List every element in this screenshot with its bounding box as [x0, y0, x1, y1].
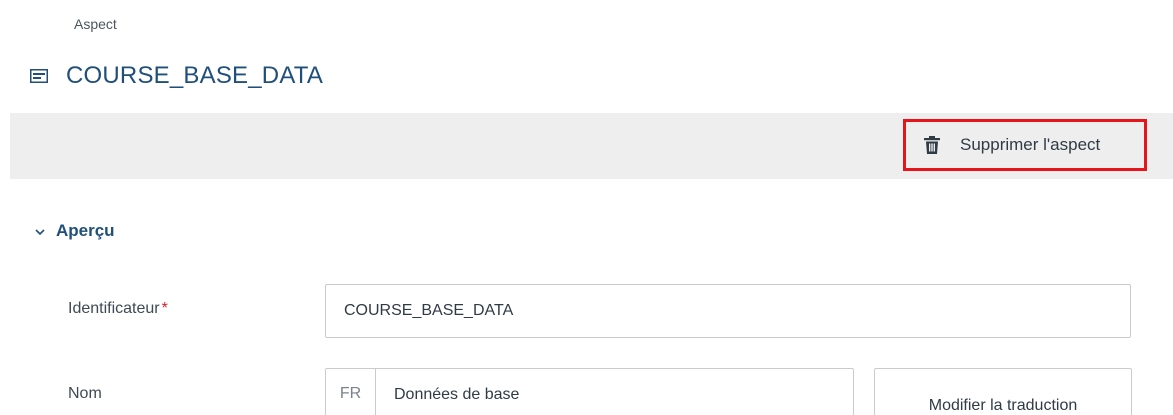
name-field-group: FR — [325, 368, 854, 415]
toolbar: Supprimer l'aspect — [10, 113, 1173, 179]
section-title: Aperçu — [56, 221, 115, 240]
identifier-label-text: Identificateur — [68, 300, 160, 317]
name-label: Nom — [68, 385, 102, 402]
aspect-detail-page: Aspect COURSE_BASE_DATA Supprimer l'aspe… — [0, 0, 1173, 415]
delete-aspect-button[interactable]: Supprimer l'aspect — [903, 119, 1147, 171]
delete-aspect-label: Supprimer l'aspect — [960, 135, 1101, 154]
section-toggle-apercu[interactable]: Aperçu — [34, 221, 115, 241]
edit-translation-button[interactable]: Modifier la traduction — [874, 368, 1132, 415]
breadcrumb[interactable]: Aspect — [74, 16, 117, 32]
identifier-input[interactable] — [325, 284, 1131, 338]
name-input[interactable] — [376, 369, 853, 415]
identifier-label: Identificateur * — [68, 300, 168, 318]
aspect-card-icon — [30, 69, 48, 83]
required-mark: * — [161, 300, 168, 317]
page-title: COURSE_BASE_DATA — [66, 62, 324, 89]
trash-icon — [924, 136, 940, 154]
title-row: COURSE_BASE_DATA — [30, 62, 323, 90]
chevron-down-icon — [34, 225, 46, 237]
language-prefix: FR — [326, 369, 376, 415]
